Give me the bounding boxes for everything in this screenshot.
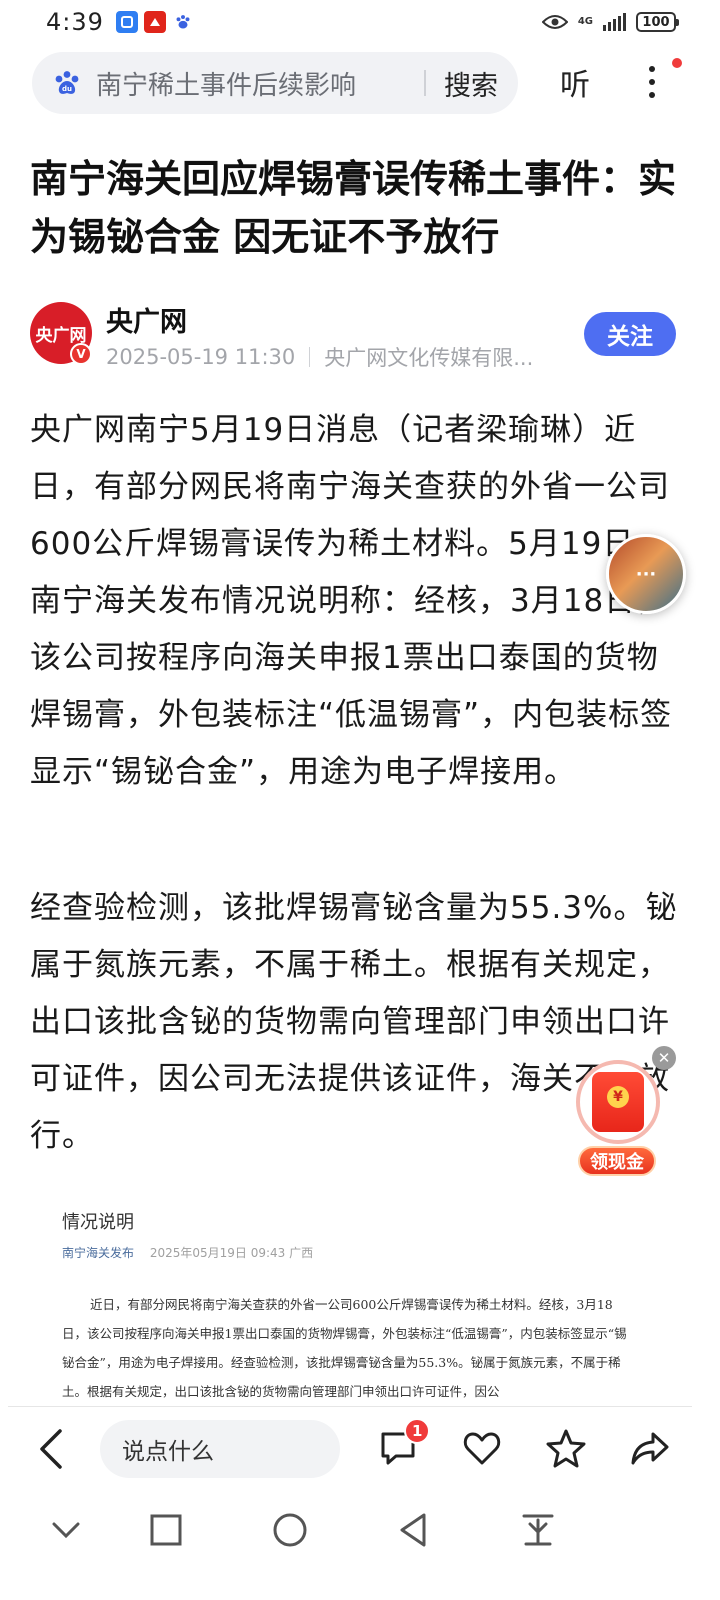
status-app-icons [115, 11, 194, 33]
status-time: 4:39 [46, 8, 104, 36]
search-input[interactable]: 南宁稀土事件后续影响 [96, 65, 414, 102]
network-type: 4G [577, 16, 593, 27]
more-menu-icon[interactable] [640, 60, 664, 104]
like-icon[interactable] [462, 1428, 502, 1468]
avatar-text: 央广网 [35, 325, 87, 346]
floating-avatar-text: ··· [635, 563, 657, 585]
app-icon-blue [115, 11, 138, 33]
get-cash-button[interactable]: 领现金 [578, 1146, 656, 1176]
battery-icon: 100 [636, 12, 679, 32]
collapse-icon[interactable] [46, 1510, 86, 1550]
article-title: 南宁海关回应焊锡膏误传稀土事件：实为锡铋合金 因无证不予放行 [30, 157, 677, 259]
comment-input[interactable]: 说点什么 [100, 1420, 340, 1478]
notice-source: 南宁海关发布 2025年05月19日 09:43 广西 [62, 1244, 313, 1261]
battery-level: 100 [642, 14, 670, 30]
author-name[interactable]: 央广网 [106, 300, 187, 339]
back-icon[interactable] [36, 1428, 66, 1470]
status-bar: 4:39 4G 100 [0, 0, 720, 44]
search-divider [424, 70, 426, 96]
listen-button[interactable]: 听 [560, 60, 590, 104]
svg-text:du: du [62, 85, 72, 93]
publish-date: 2025-05-19 11:30 [106, 345, 296, 369]
notice-date: 2025年05月19日 09:43 广西 [149, 1246, 314, 1260]
signal-icon [603, 13, 626, 31]
meta-separator [309, 347, 311, 367]
star-icon[interactable] [546, 1428, 586, 1468]
recents-icon[interactable] [146, 1510, 186, 1550]
notice-body: 近日，有部分网民将南宁海关查获的外省一公司600公斤焊锡膏误传为稀土材料。经核，… [62, 1297, 627, 1399]
search-button[interactable]: 搜索 [444, 64, 498, 103]
author-meta: 2025-05-19 11:30 央广网文化传媒有限... [106, 342, 533, 372]
divider [8, 1406, 692, 1407]
app-icon-red [143, 11, 166, 33]
notice-image[interactable]: 情况说明 南宁海关发布 2025年05月19日 09:43 广西 近日，有部分网… [30, 1192, 690, 1404]
download-icon[interactable] [518, 1510, 558, 1550]
floating-video-avatar[interactable]: ··· [606, 534, 686, 614]
baidu-paw-icon [171, 11, 194, 33]
baidu-paw-icon: du [55, 71, 79, 94]
share-icon[interactable] [630, 1428, 670, 1468]
red-packet-icon[interactable] [576, 1060, 660, 1144]
search-bar[interactable]: du 南宁稀土事件后续影响 搜索 [32, 52, 518, 114]
notice-publisher: 南宁海关发布 [62, 1246, 135, 1260]
follow-button[interactable]: 关注 [584, 312, 676, 356]
verified-badge: V [70, 343, 92, 365]
publisher-name: 央广网文化传媒有限... [324, 346, 534, 370]
notification-dot [672, 58, 682, 68]
close-icon[interactable]: ✕ [652, 1046, 676, 1070]
notice-title: 情况说明 [62, 1212, 134, 1233]
comment-count-badge: 1 [404, 1418, 431, 1444]
status-indicators: 4G 100 [541, 12, 679, 32]
article-paragraph: 央广网南宁5月19日消息（记者梁瑜琳）近日，有部分网民将南宁海关查获的外省一公司… [30, 412, 673, 790]
eye-icon [541, 15, 568, 29]
back-nav-icon[interactable] [394, 1510, 434, 1550]
home-icon[interactable] [270, 1510, 310, 1550]
